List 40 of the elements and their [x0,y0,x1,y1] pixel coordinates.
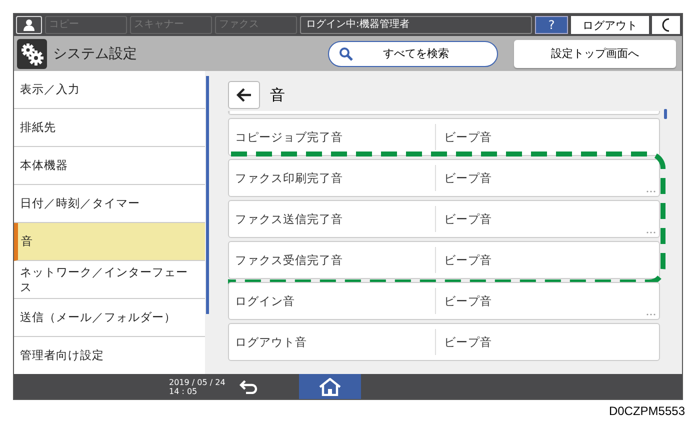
setting-name: ログイン音 [234,294,296,308]
logout-button[interactable]: ログアウト [571,16,649,34]
figure-code: D0CZPM5553 [608,404,685,418]
setting-value: ビープ音 [443,130,492,144]
setting-value: ビープ音 [443,334,492,350]
settings-top-button[interactable]: 設定トップ画面へ [514,40,676,68]
user-icon[interactable] [16,16,42,34]
setting-row[interactable]: コピージョブ完了音 ビープ音 [228,118,660,156]
moon-icon[interactable] [652,16,680,34]
search-button[interactable]: すべてを検索 [328,40,498,66]
search-icon [339,46,353,60]
time-text: 14 : 05 [169,386,198,396]
more-icon [646,231,656,234]
sidebar-item[interactable]: 音 [14,223,205,261]
setting-row[interactable]: ファクス印刷完了音 ビープ音 [228,159,660,197]
setting-name: ファクス受信完了音 [234,252,344,268]
setting-row[interactable]: ファクス受信完了音 ビープ音 [228,241,660,279]
setting-name: ファクス印刷完了音 [234,170,344,186]
setting-value: ビープ音 [443,294,492,308]
gear-icon [17,38,47,68]
more-icon [646,190,656,193]
setting-row[interactable]: ファクス送信完了音 ビープ音 [228,200,660,238]
setting-row[interactable]: ログイン音 ビープ音 [228,282,660,320]
help-button[interactable]: ? [535,16,568,34]
setting-name: ログアウト音 [234,334,308,350]
page-title: 音 [270,86,285,104]
login-status: ログイン中:機器管理者 [300,16,532,34]
back-button[interactable] [228,81,260,109]
setting-value: ビープ音 [443,170,492,186]
more-icon [646,313,656,316]
setting-value: ビープ音 [443,252,492,268]
home-button[interactable] [299,374,361,399]
setting-value: ビープ音 [443,212,492,226]
arrow-left-icon [236,88,252,102]
setting-row[interactable]: ログアウト音 ビープ音 [228,323,660,361]
date-text: 2019 / 05 / 24 [169,378,226,386]
screen-title: システム設定 [53,44,138,62]
home-icon [319,378,341,396]
setting-name: コピージョブ完了音 [234,130,344,144]
setting-name: ファクス送信完了音 [234,212,344,226]
